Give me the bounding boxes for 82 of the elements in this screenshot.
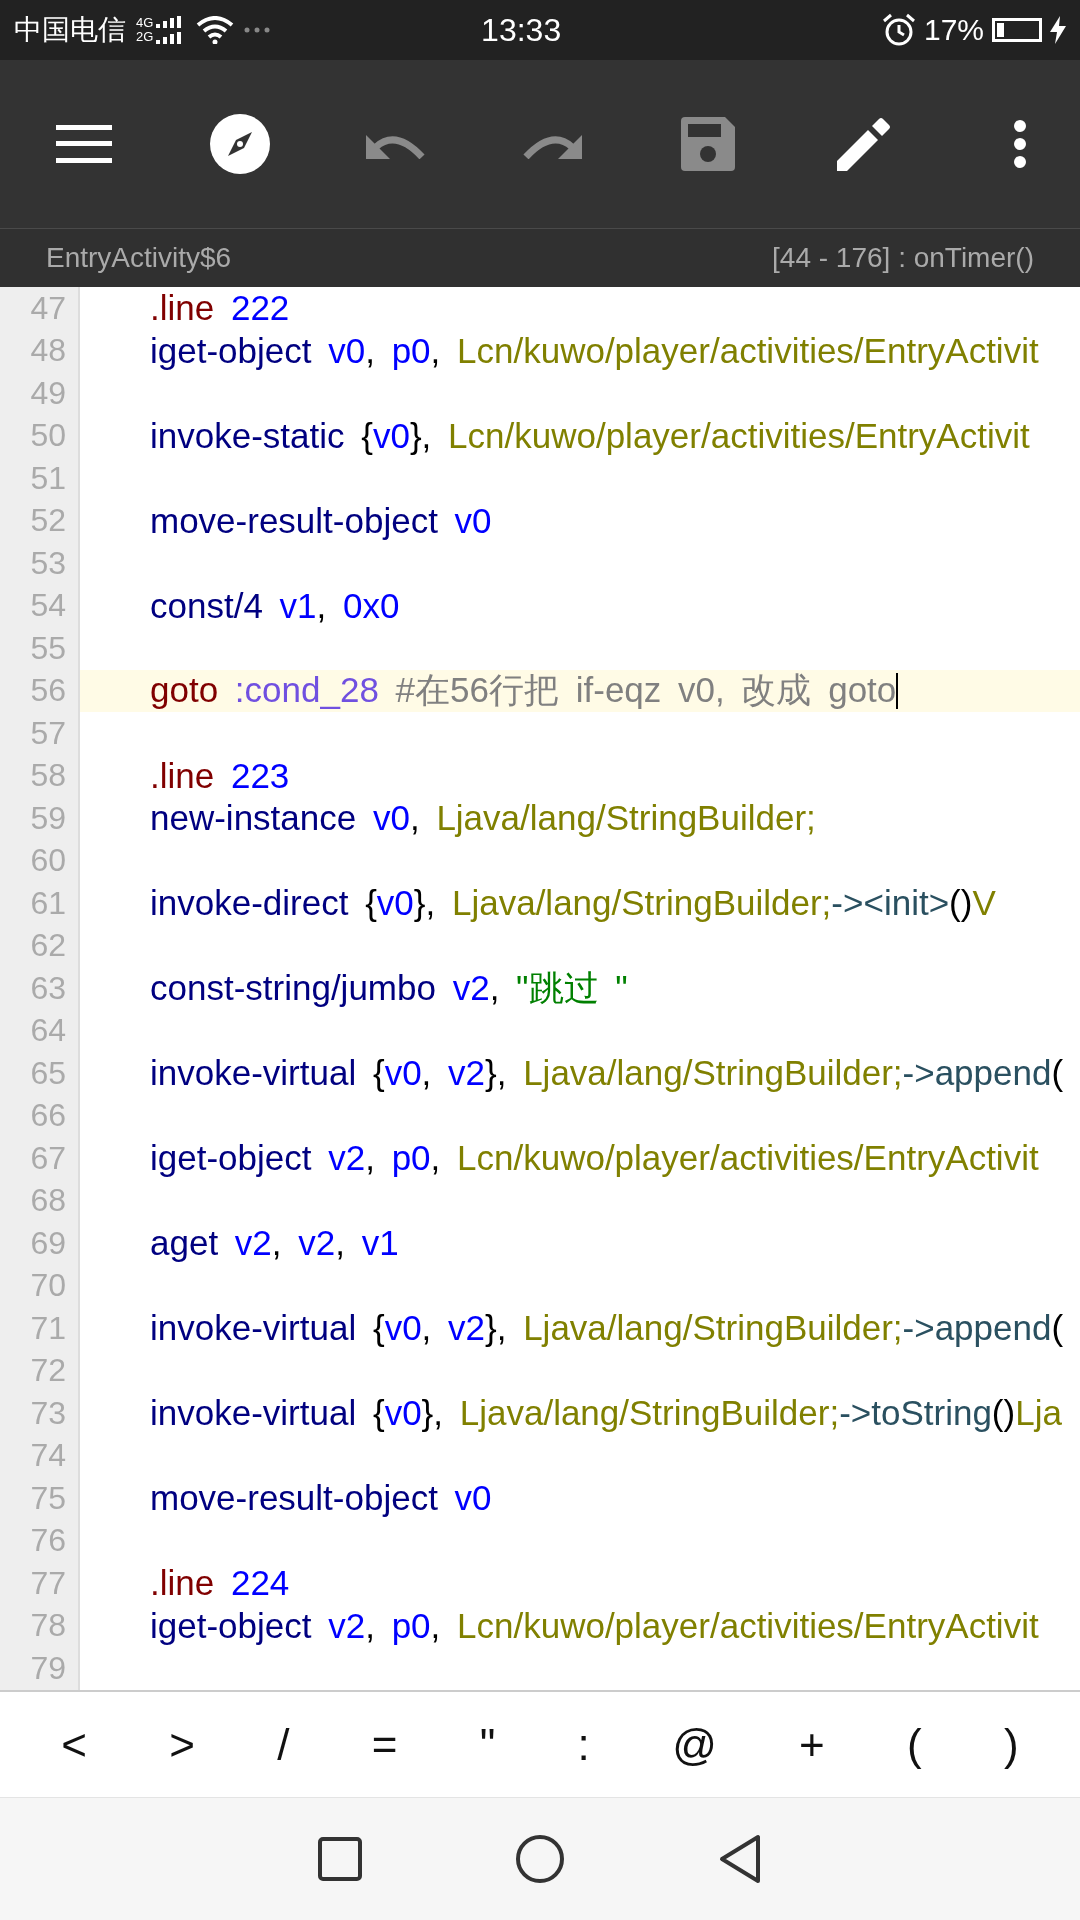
square-icon xyxy=(318,1837,362,1881)
line-number: 56 xyxy=(29,672,66,710)
line-number: 70 xyxy=(29,1267,66,1305)
triangle-icon xyxy=(718,1834,762,1884)
line-number: 59 xyxy=(29,799,66,837)
symbol-key[interactable]: < xyxy=(45,1715,103,1774)
code-line: iget-object v0, p0, Lcn/kuwo/player/activities/EntryActivit xyxy=(150,330,1039,371)
menu-icon xyxy=(56,125,112,163)
line-number: 54 xyxy=(29,587,66,625)
code-line: .line 222 xyxy=(150,288,290,329)
code-line: const/4 v1, 0x0 xyxy=(150,585,400,626)
compass-icon xyxy=(210,114,270,174)
line-number: 63 xyxy=(29,969,66,1007)
battery-percent: 17% xyxy=(923,13,984,47)
code-line: .line 223 xyxy=(150,755,290,796)
symbol-key[interactable]: > xyxy=(153,1715,211,1774)
carrier-name: 中国电信 xyxy=(14,13,126,47)
line-number: 65 xyxy=(29,1054,66,1092)
code-line: iget-object v2, p0, Lcn/kuwo/player/activities/EntryActivit xyxy=(150,1138,1039,1179)
method-range: [44 - 176] : onTimer() xyxy=(772,242,1034,274)
code-line: invoke-direct {v0}, Ljava/lang/StringBuilder;-><init>()V xyxy=(150,883,996,924)
line-number: 47 xyxy=(29,289,66,327)
symbol-key[interactable]: = xyxy=(355,1715,414,1774)
more-options-icon xyxy=(1013,119,1027,169)
line-number: 79 xyxy=(29,1649,66,1687)
line-number: 50 xyxy=(29,417,66,455)
pencil-icon xyxy=(837,117,891,171)
symbol-key[interactable]: ( xyxy=(891,1715,938,1774)
code-line: invoke-virtual {v0}, Ljava/lang/StringBuilder;->toString()Lja xyxy=(150,1393,1062,1434)
line-number: 61 xyxy=(29,884,66,922)
save-icon xyxy=(681,117,735,171)
code-line: move-result-object v0 xyxy=(150,500,492,541)
line-number: 62 xyxy=(29,927,66,965)
symbol-key[interactable]: " xyxy=(463,1715,512,1774)
network-type-label: 4G xyxy=(136,16,154,30)
code-line: goto :cond_28 #在56行把 if-eqz v0, 改成 goto xyxy=(150,669,897,712)
line-number: 66 xyxy=(29,1097,66,1135)
line-number: 75 xyxy=(29,1479,66,1517)
code-line: invoke-virtual {v0, v2}, Ljava/lang/StringBuilder;->append( xyxy=(150,1053,1064,1094)
line-number: 69 xyxy=(29,1224,66,1262)
line-number: 57 xyxy=(29,714,66,752)
code-line: .line 224 xyxy=(150,1563,290,1604)
alarm-clock-icon xyxy=(881,13,916,47)
line-number: 60 xyxy=(29,842,66,880)
line-number: 53 xyxy=(29,544,66,582)
clock-time: 13:33 xyxy=(480,11,563,49)
symbol-key[interactable]: + xyxy=(783,1715,841,1774)
symbol-key[interactable]: @ xyxy=(656,1715,733,1774)
code-line: new-instance v0, Ljava/lang/StringBuilder; xyxy=(150,798,816,839)
navigate-button[interactable] xyxy=(208,112,272,176)
line-number: 55 xyxy=(29,629,66,667)
code-line: invoke-virtual {v0, v2}, Ljava/lang/StringBuilder;->append( xyxy=(150,1308,1064,1349)
circle-icon xyxy=(515,1834,565,1884)
line-number: 64 xyxy=(29,1012,66,1050)
dots-icon xyxy=(244,27,271,33)
code-line: const-string/jumbo v2, "跳过 " xyxy=(150,966,628,1009)
line-number: 73 xyxy=(29,1394,66,1432)
line-number: 72 xyxy=(29,1352,66,1390)
wifi-icon xyxy=(196,16,235,44)
line-number: 58 xyxy=(29,757,66,795)
code-line: invoke-static {v0}, Lcn/kuwo/player/activities/EntryActivit xyxy=(150,415,1030,456)
symbol-key[interactable]: / xyxy=(261,1715,306,1774)
line-number: 67 xyxy=(29,1139,66,1177)
network-type-label: 2G xyxy=(136,30,154,44)
line-number: 77 xyxy=(29,1564,66,1602)
code-line: aget v2, v2, v1 xyxy=(150,1223,399,1264)
line-number: 52 xyxy=(29,502,66,540)
class-name: EntryActivity$6 xyxy=(46,242,232,274)
line-number: 49 xyxy=(29,374,66,412)
symbol-key[interactable]: ) xyxy=(988,1715,1035,1774)
code-line: iget-object v2, p0, Lcn/kuwo/player/activities/EntryActivit xyxy=(150,1605,1039,1646)
line-number: 78 xyxy=(29,1607,66,1645)
line-number: 74 xyxy=(29,1437,66,1475)
line-number: 51 xyxy=(29,459,66,497)
code-line: move-result-object v0 xyxy=(150,1478,492,1519)
line-number: 48 xyxy=(29,332,66,370)
line-number: 68 xyxy=(29,1182,66,1220)
line-number: 71 xyxy=(29,1309,66,1347)
text-cursor xyxy=(896,672,899,709)
line-number: 76 xyxy=(29,1522,66,1560)
battery-icon xyxy=(992,18,1042,42)
symbol-key[interactable]: : xyxy=(561,1715,606,1774)
